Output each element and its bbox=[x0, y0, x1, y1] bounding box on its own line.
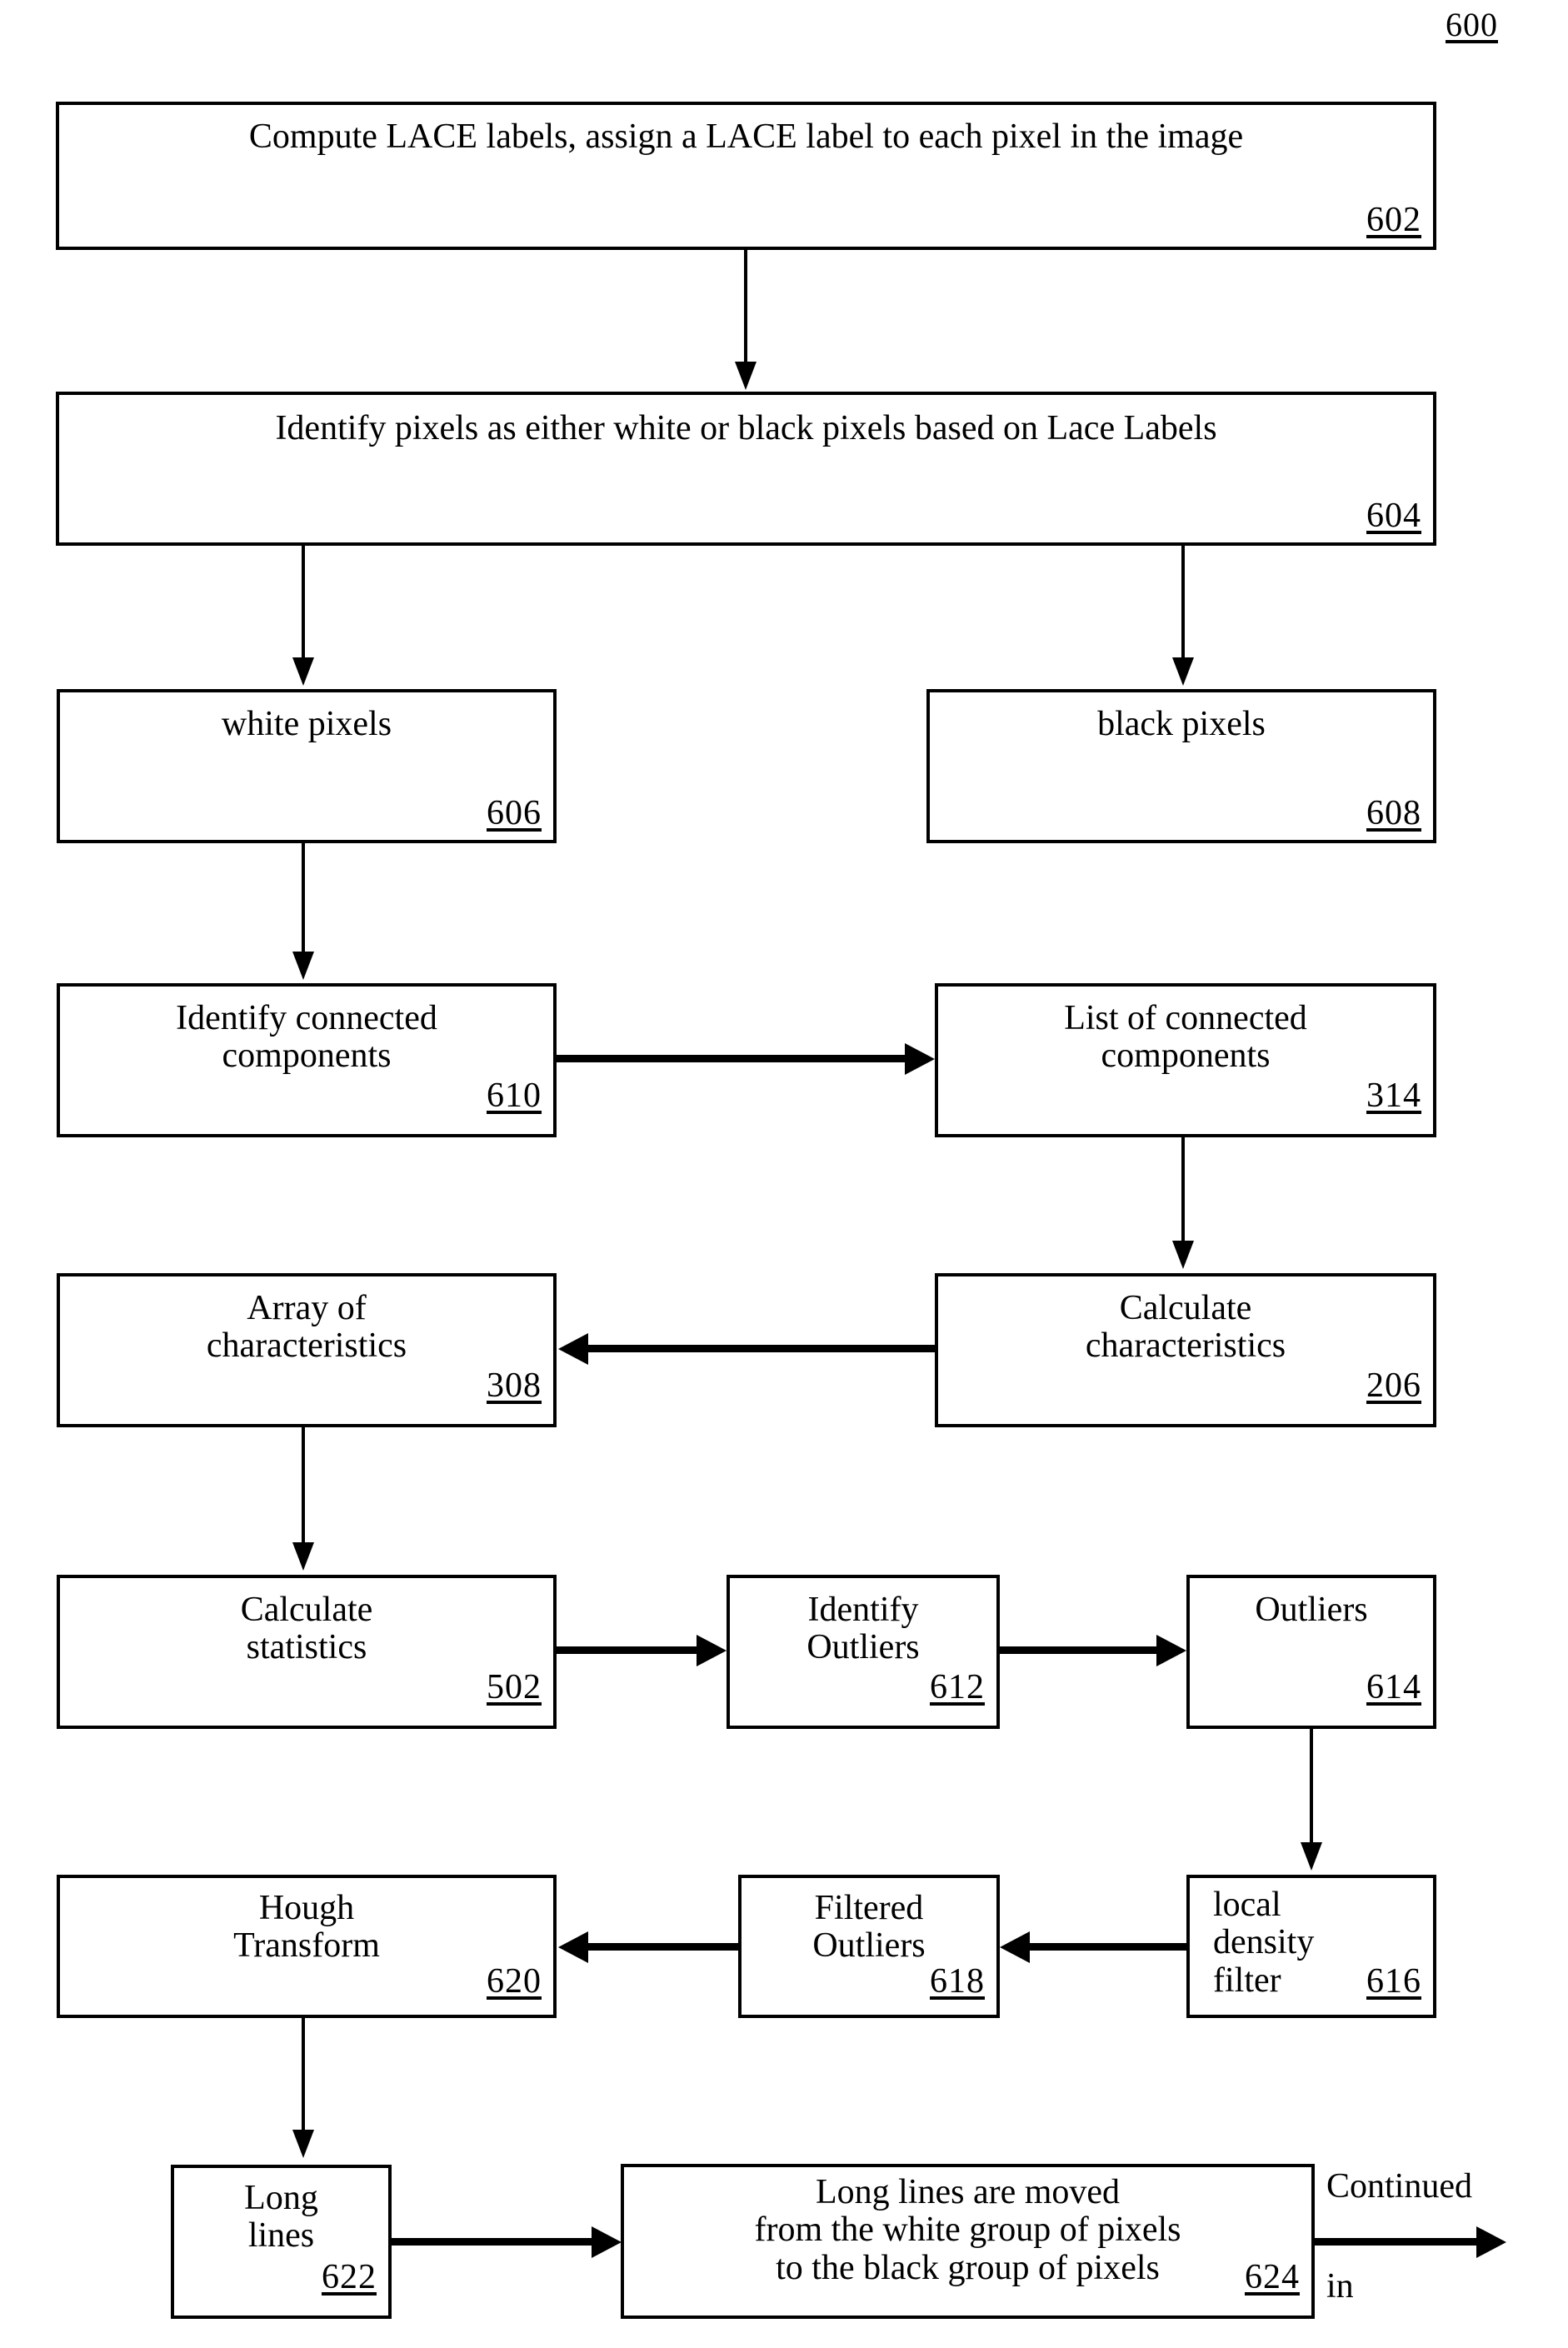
node-614-ref: 614 bbox=[1366, 1668, 1421, 1706]
connector-620-622-arrowhead bbox=[292, 2130, 314, 2158]
node-308[interactable]: Array of characteristics 308 bbox=[57, 1273, 557, 1427]
node-602[interactable]: Compute LACE labels, assign a LACE label… bbox=[56, 102, 1436, 250]
connector-206-308-line bbox=[588, 1345, 935, 1352]
node-616[interactable]: local density filter 616 bbox=[1186, 1875, 1436, 2018]
node-612[interactable]: Identify Outliers 612 bbox=[727, 1575, 1000, 1729]
continued-label: Continued bbox=[1326, 2167, 1472, 2206]
flowchart-page: 600 Compute LACE labels, assign a LACE l… bbox=[0, 0, 1568, 2348]
connector-624-continued-line bbox=[1315, 2238, 1476, 2246]
connector-604-608-line bbox=[1181, 546, 1185, 661]
node-612-text: Identify Outliers bbox=[806, 1591, 920, 1667]
node-206[interactable]: Calculate characteristics 206 bbox=[935, 1273, 1436, 1427]
node-618-text: Filtered Outliers bbox=[812, 1889, 926, 1966]
node-502-ref: 502 bbox=[487, 1668, 542, 1706]
node-602-ref: 602 bbox=[1366, 201, 1421, 239]
node-206-text: Calculate characteristics bbox=[1085, 1289, 1286, 1366]
node-624-text: Long lines are moved from the white grou… bbox=[754, 2173, 1181, 2287]
node-314[interactable]: List of connected components 314 bbox=[935, 983, 1436, 1137]
node-620-text: Hough Transform bbox=[233, 1889, 380, 1966]
node-602-text: Compute LACE labels, assign a LACE label… bbox=[248, 117, 1244, 156]
node-308-ref: 308 bbox=[487, 1366, 542, 1405]
connector-612-614-arrowhead bbox=[1156, 1635, 1186, 1666]
node-606-text: white pixels bbox=[221, 705, 392, 743]
connector-618-620-arrowhead bbox=[558, 1931, 588, 1963]
connector-308-502-arrowhead bbox=[292, 1542, 314, 1571]
connector-314-206-line bbox=[1181, 1137, 1185, 1246]
connector-622-624-arrowhead bbox=[592, 2226, 622, 2258]
node-622-text: Long lines bbox=[244, 2179, 318, 2256]
continued-in-label: in bbox=[1326, 2267, 1354, 2306]
connector-606-610-arrowhead bbox=[292, 952, 314, 980]
node-618-ref: 618 bbox=[930, 1962, 985, 2001]
node-610-text: Identify connected components bbox=[176, 999, 437, 1076]
connector-602-604-line bbox=[744, 250, 747, 367]
node-604-ref: 604 bbox=[1366, 497, 1421, 535]
node-610[interactable]: Identify connected components 610 bbox=[57, 983, 557, 1137]
node-620-ref: 620 bbox=[487, 1962, 542, 2001]
node-608[interactable]: black pixels 608 bbox=[926, 689, 1436, 843]
node-206-ref: 206 bbox=[1366, 1366, 1421, 1405]
connector-502-612-arrowhead bbox=[697, 1635, 727, 1666]
node-624[interactable]: Long lines are moved from the white grou… bbox=[621, 2164, 1315, 2319]
connector-624-continued-arrowhead bbox=[1476, 2226, 1506, 2258]
connector-618-620-line bbox=[588, 1943, 738, 1951]
connector-610-314-arrowhead bbox=[905, 1043, 935, 1075]
connector-616-618-arrowhead bbox=[1000, 1931, 1030, 1963]
node-608-ref: 608 bbox=[1366, 794, 1421, 832]
node-502-text: Calculate statistics bbox=[240, 1591, 373, 1667]
node-314-text: List of connected components bbox=[1064, 999, 1307, 1076]
connector-602-604-arrowhead bbox=[735, 362, 757, 390]
node-604-text: Identify pixels as either white or black… bbox=[275, 409, 1217, 447]
node-622-ref: 622 bbox=[322, 2258, 377, 2296]
node-606[interactable]: white pixels 606 bbox=[57, 689, 557, 843]
connector-308-502-line bbox=[302, 1427, 305, 1546]
connector-604-606-arrowhead bbox=[292, 657, 314, 686]
node-620[interactable]: Hough Transform 620 bbox=[57, 1875, 557, 2018]
connector-622-624-line bbox=[392, 2238, 592, 2246]
node-608-text: black pixels bbox=[1097, 705, 1266, 743]
node-502[interactable]: Calculate statistics 502 bbox=[57, 1575, 557, 1729]
node-604[interactable]: Identify pixels as either white or black… bbox=[56, 392, 1436, 546]
connector-606-610-line bbox=[302, 843, 305, 957]
connector-206-308-arrowhead bbox=[558, 1333, 588, 1365]
connector-616-618-line bbox=[1030, 1943, 1186, 1951]
node-614[interactable]: Outliers 614 bbox=[1186, 1575, 1436, 1729]
node-614-text: Outliers bbox=[1255, 1591, 1368, 1629]
connector-502-612-line bbox=[557, 1646, 697, 1654]
connector-604-606-line bbox=[302, 546, 305, 661]
connector-314-206-arrowhead bbox=[1172, 1241, 1194, 1269]
node-624-ref: 624 bbox=[1245, 2258, 1300, 2296]
node-618[interactable]: Filtered Outliers 618 bbox=[738, 1875, 1000, 2018]
node-308-text: Array of characteristics bbox=[206, 1289, 407, 1366]
connector-620-622-line bbox=[302, 2018, 305, 2135]
node-314-ref: 314 bbox=[1366, 1077, 1421, 1115]
node-612-ref: 612 bbox=[930, 1668, 985, 1706]
node-610-ref: 610 bbox=[487, 1077, 542, 1115]
node-622[interactable]: Long lines 622 bbox=[171, 2165, 392, 2319]
figure-number: 600 bbox=[1446, 6, 1498, 43]
connector-612-614-line bbox=[1000, 1646, 1156, 1654]
connector-610-314-line bbox=[557, 1055, 905, 1062]
connector-604-608-arrowhead bbox=[1172, 657, 1194, 686]
connector-614-616-line bbox=[1310, 1729, 1313, 1847]
node-616-ref: 616 bbox=[1366, 1962, 1421, 2001]
connector-614-616-arrowhead bbox=[1301, 1842, 1322, 1871]
node-606-ref: 606 bbox=[487, 794, 542, 832]
